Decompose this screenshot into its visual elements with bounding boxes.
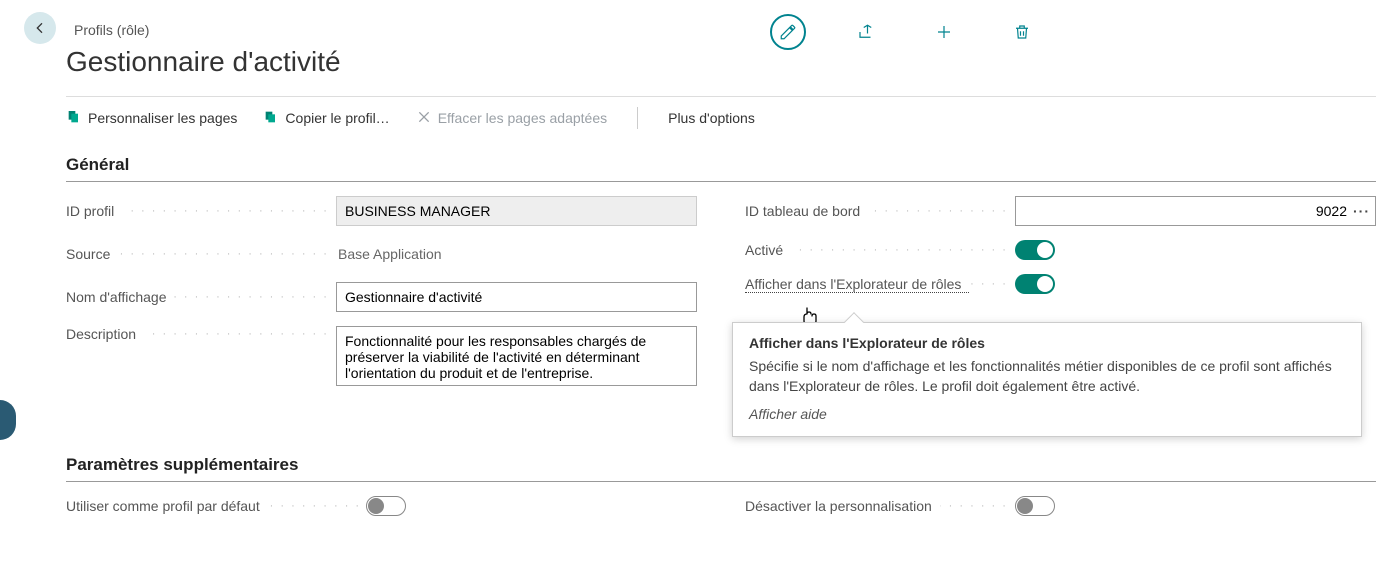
- new-button[interactable]: [926, 14, 962, 50]
- toolbar-separator: [637, 107, 638, 129]
- toolbar-customize-pages[interactable]: Personnaliser les pages: [66, 109, 237, 128]
- tooltip-title: Afficher dans l'Explorateur de rôles: [749, 335, 1345, 351]
- tooltip-body: Spécifie si le nom d'affichage et les fo…: [749, 357, 1345, 396]
- label-disable-personalization: Désactiver la personnalisation: [745, 498, 1015, 514]
- label-enabled: Activé: [745, 242, 1015, 258]
- toolbar-copy-profile[interactable]: Copier le profil…: [263, 109, 389, 128]
- toggle-enabled[interactable]: [1015, 240, 1055, 260]
- toolbar-copy-label: Copier le profil…: [285, 110, 389, 126]
- input-source: [336, 240, 697, 268]
- lookup-dashboard-id[interactable]: ···: [1353, 203, 1370, 219]
- label-show-explorer[interactable]: Afficher dans l'Explorateur de rôles: [745, 276, 1015, 292]
- page-title: Gestionnaire d'activité: [66, 46, 1376, 78]
- toolbar-more-options[interactable]: Plus d'options: [668, 110, 755, 126]
- toggle-show-explorer[interactable]: [1015, 274, 1055, 294]
- tooltip-help-link[interactable]: Afficher aide: [749, 406, 1345, 422]
- label-display-name: Nom d'affichage: [66, 289, 336, 305]
- label-source: Source: [66, 246, 336, 262]
- toolbar-customize-label: Personnaliser les pages: [88, 110, 237, 126]
- input-profile-id[interactable]: [336, 196, 697, 226]
- customize-icon: [66, 109, 82, 128]
- edit-button[interactable]: [770, 14, 806, 50]
- toolbar-clear-adapted[interactable]: Effacer les pages adaptées: [416, 109, 607, 128]
- label-description: Description: [66, 326, 336, 342]
- label-dashboard-id: ID tableau de bord: [745, 203, 1015, 219]
- delete-button[interactable]: [1004, 14, 1040, 50]
- toggle-default-profile[interactable]: [366, 496, 406, 516]
- back-button[interactable]: [24, 12, 56, 44]
- input-dashboard-id[interactable]: [1015, 196, 1376, 226]
- clear-icon: [416, 109, 432, 128]
- input-description[interactable]: [336, 326, 697, 386]
- side-help-bubble[interactable]: [0, 400, 16, 440]
- tooltip-show-explorer: Afficher dans l'Explorateur de rôles Spé…: [732, 322, 1362, 437]
- section-general-title: Général: [66, 155, 1376, 182]
- section-additional-title: Paramètres supplémentaires: [66, 455, 1376, 482]
- toolbar-clear-label: Effacer les pages adaptées: [438, 110, 607, 126]
- copy-icon: [263, 109, 279, 128]
- label-default-profile: Utiliser comme profil par défaut: [66, 498, 366, 514]
- toggle-disable-personalization[interactable]: [1015, 496, 1055, 516]
- label-profile-id: ID profil: [66, 203, 336, 219]
- breadcrumb: Profils (rôle): [74, 19, 149, 38]
- share-button[interactable]: [848, 14, 884, 50]
- input-display-name[interactable]: [336, 282, 697, 312]
